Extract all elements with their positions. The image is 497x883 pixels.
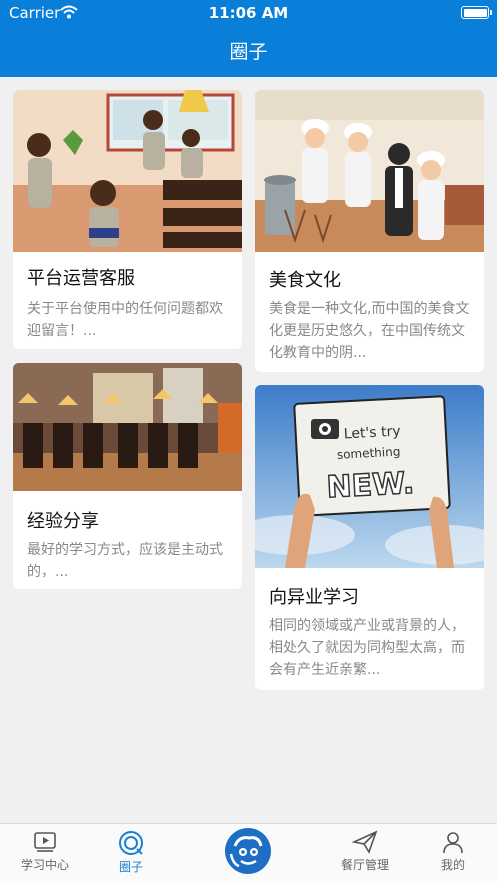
circle-card-customer-service[interactable]: 平台运营客服 关于平台使用中的任何问题都欢迎留言！... bbox=[13, 90, 242, 349]
card-image: Let's try something NEW. bbox=[255, 385, 484, 568]
tab-label: 学习中心 bbox=[20, 858, 69, 872]
circle-card-experience-sharing[interactable]: 经验分享 最好的学习方式，应该是主动式的，... bbox=[13, 363, 242, 589]
tab-label: 我的 bbox=[440, 858, 465, 872]
status-time: 11:06 AM bbox=[208, 4, 289, 22]
sign-text-line-3: NEW. bbox=[326, 466, 415, 506]
tab-learning-center[interactable]: 学习中心 bbox=[10, 824, 80, 883]
card-description: 最好的学习方式，应该是主动式的，... bbox=[27, 542, 223, 580]
page-title: 圈子 bbox=[229, 41, 268, 63]
battery-icon bbox=[461, 6, 492, 19]
center-avatar-icon bbox=[227, 830, 269, 872]
tab-label: 餐厅管理 bbox=[340, 858, 389, 872]
nav-bar: Carrier 11:06 AM 圈子 bbox=[0, 0, 497, 77]
card-title: 向异业学习 bbox=[269, 587, 359, 608]
tab-restaurant-management[interactable]: 餐厅管理 bbox=[330, 824, 400, 883]
card-title: 经验分享 bbox=[27, 511, 99, 532]
tab-mine[interactable]: 我的 bbox=[425, 824, 481, 883]
circle-card-food-culture[interactable]: 美食文化 美食是一种文化,而中国的美食文化更是历史悠久，在中国传统文化教育中的阴… bbox=[255, 90, 484, 372]
card-description: 关于平台使用中的任何问题都欢迎留言！... bbox=[27, 301, 223, 339]
paper-plane-icon bbox=[352, 830, 378, 854]
tab-circle[interactable]: 圈子 bbox=[100, 824, 162, 883]
status-bar: Carrier 11:06 AM bbox=[0, 0, 497, 26]
card-description: 美食是一种文化,而中国的美食文化更是历史悠久，在中国传统文化教育中的阴... bbox=[269, 301, 470, 361]
circle-card-cross-industry[interactable]: Let's try something NEW. 向异业学习 相同的领域或产业或… bbox=[255, 385, 484, 690]
center-action-button[interactable] bbox=[225, 828, 271, 874]
sign-text-line-1: Let's try bbox=[343, 423, 401, 442]
card-description: 相同的领域或产业或背景的人，相处久了就因为同构型太高，而会有产生近亲繁... bbox=[269, 618, 465, 678]
card-image bbox=[255, 90, 484, 252]
video-icon bbox=[34, 832, 56, 852]
chat-circle-icon bbox=[119, 831, 143, 855]
card-title: 平台运营客服 bbox=[27, 268, 135, 289]
tab-label: 圈子 bbox=[118, 860, 143, 874]
card-image bbox=[13, 363, 242, 491]
card-image bbox=[13, 90, 242, 252]
card-title: 美食文化 bbox=[269, 270, 341, 291]
person-icon bbox=[443, 832, 463, 854]
